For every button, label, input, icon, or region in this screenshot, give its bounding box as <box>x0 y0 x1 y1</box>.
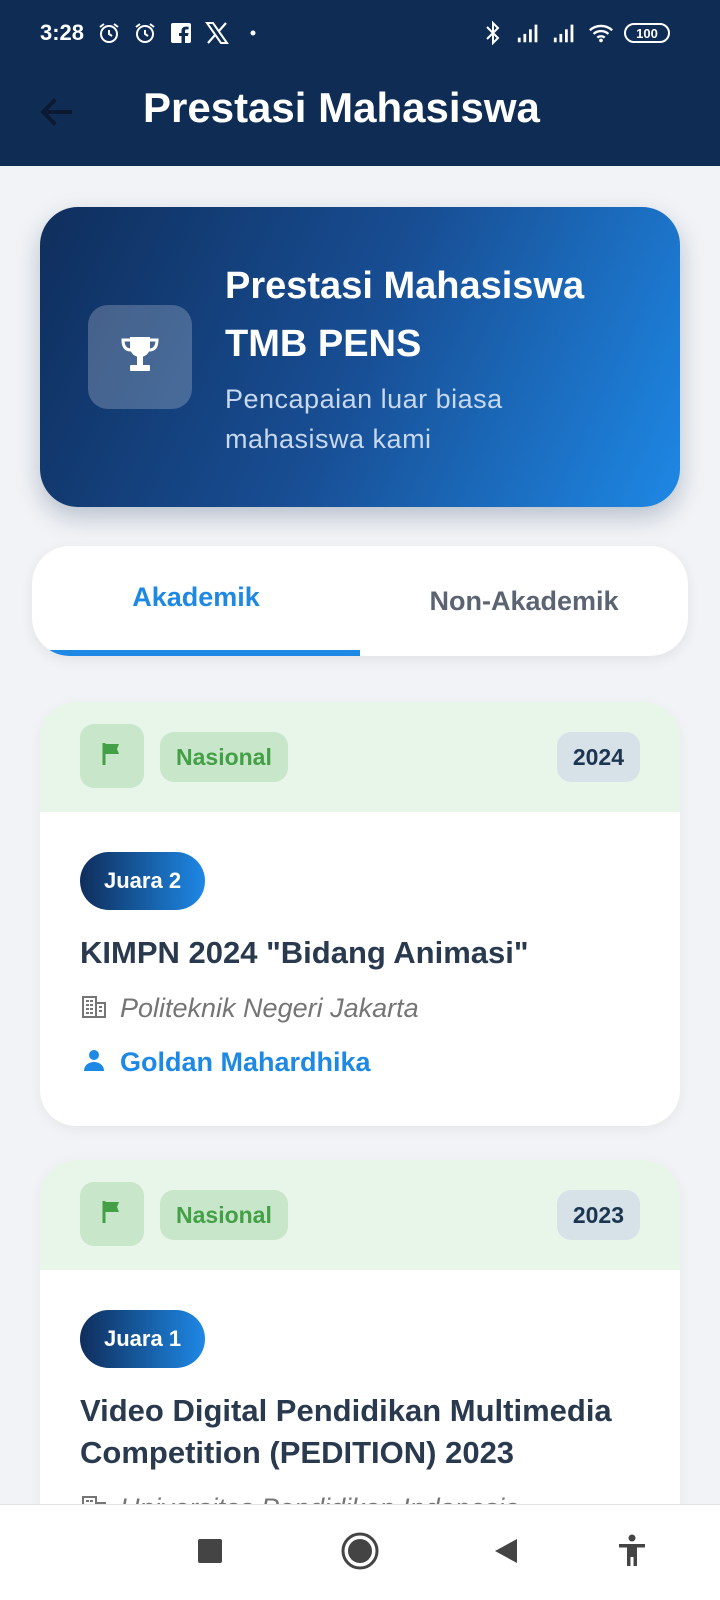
wifi-icon <box>588 20 614 46</box>
year-badge: 2023 <box>556 1190 640 1240</box>
rank-badge: Juara 2 <box>80 852 206 910</box>
achievement-card[interactable]: Nasional 2023 Juara 1 Video Digital Pend… <box>40 1160 680 1540</box>
system-icons: 100 <box>480 20 670 46</box>
card-header: Nasional 2023 <box>40 1160 680 1270</box>
home-circle-icon <box>340 1531 380 1576</box>
status-bar: 3:28 100 <box>0 0 720 72</box>
page-title: Prestasi Mahasiswa <box>143 84 540 131</box>
flag-icon <box>100 1199 124 1230</box>
arrow-left-icon <box>36 98 76 136</box>
facebook-icon <box>168 20 194 46</box>
back-button[interactable] <box>36 92 76 132</box>
achievement-card[interactable]: Nasional 2024 Juara 2 KIMPN 2024 "Bidang… <box>40 702 680 1126</box>
hero-subtitle: Pencapaian luar biasa mahasiswa kami <box>225 384 503 454</box>
active-tab-indicator <box>48 650 360 656</box>
student-row: Goldan Mahardhika <box>80 1046 371 1079</box>
card-header: Nasional 2024 <box>40 702 680 812</box>
flag-icon-box <box>80 724 144 788</box>
hero-title: Prestasi Mahasiswa TMB PENS <box>225 265 585 365</box>
person-icon <box>80 1046 108 1079</box>
category-tabs: Akademik Non-Akademik <box>32 546 688 656</box>
battery-indicator: 100 <box>624 23 670 43</box>
alarm-icon <box>96 20 122 46</box>
app-header: 3:28 100 Prestasi Mahasiswa <box>0 0 720 166</box>
venue-name: Politeknik Negeri Jakarta <box>120 993 419 1023</box>
status-time: 3:28 <box>40 20 85 45</box>
accessibility-button[interactable] <box>610 1531 654 1575</box>
flag-icon-box <box>80 1182 144 1246</box>
level-badge: Nasional <box>160 1190 288 1240</box>
signal-icon <box>552 20 578 46</box>
signal-icon <box>516 20 542 46</box>
rank-badge: Juara 1 <box>80 1310 206 1368</box>
dot-icon <box>240 20 266 46</box>
tab-akademik[interactable]: Akademik <box>32 546 360 656</box>
trophy-icon <box>116 331 164 384</box>
building-icon <box>80 992 108 1025</box>
flag-icon <box>100 741 124 772</box>
accessibility-icon <box>617 1534 647 1573</box>
back-triangle-icon <box>492 1537 520 1570</box>
student-name: Goldan Mahardhika <box>120 1047 371 1077</box>
recent-apps-button[interactable] <box>188 1531 232 1575</box>
competition-title: Video Digital Pendidikan Multimedia Comp… <box>80 1393 612 1470</box>
bluetooth-icon <box>480 20 506 46</box>
hero-icon-box <box>88 305 192 409</box>
square-icon <box>197 1538 223 1569</box>
level-badge: Nasional <box>160 732 288 782</box>
hero-banner: Prestasi Mahasiswa TMB PENS Pencapaian l… <box>40 207 680 507</box>
tab-non-akademik[interactable]: Non-Akademik <box>360 546 688 656</box>
year-badge: 2024 <box>556 732 640 782</box>
home-button[interactable] <box>338 1531 382 1575</box>
competition-title: KIMPN 2024 "Bidang Animasi" <box>80 935 529 970</box>
alarm-icon <box>132 20 158 46</box>
system-nav-bar <box>0 1504 720 1600</box>
notification-icons <box>96 20 266 46</box>
x-icon <box>204 20 230 46</box>
back-nav-button[interactable] <box>484 1531 528 1575</box>
venue-row: Politeknik Negeri Jakarta <box>80 992 419 1025</box>
